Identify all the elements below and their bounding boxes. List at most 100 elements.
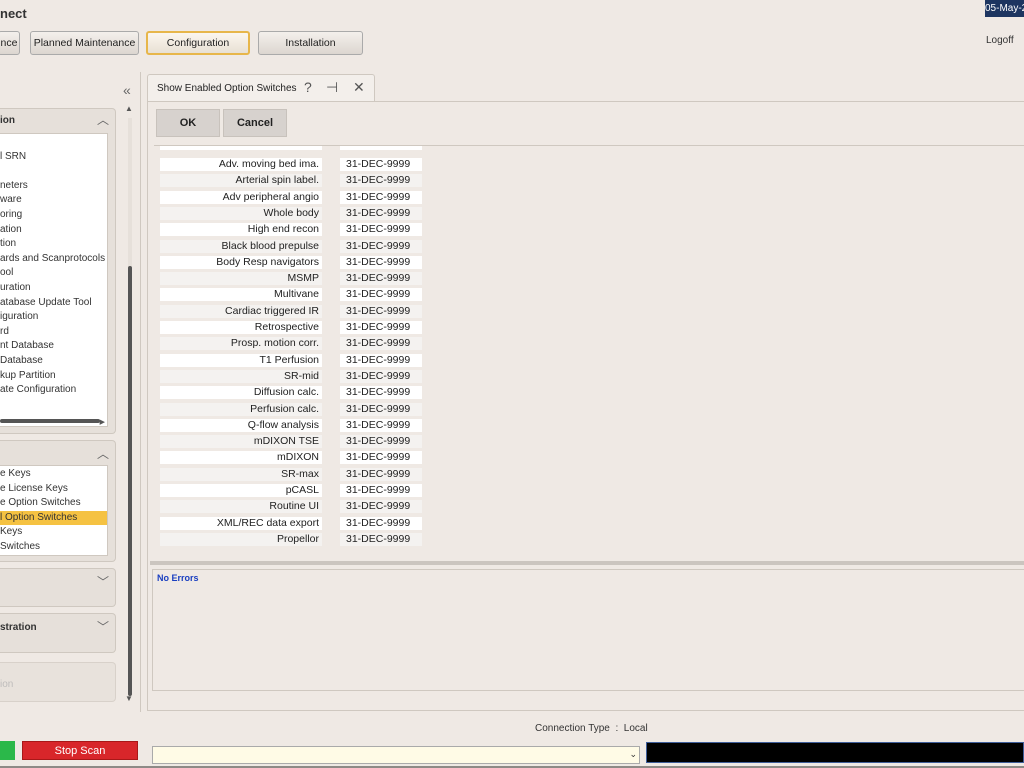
option-name-cell: Q-flow analysis xyxy=(160,418,322,432)
list-item[interactable] xyxy=(0,164,107,179)
option-name-cell: mDIXON TSE xyxy=(160,435,322,449)
list-item[interactable]: Keys xyxy=(0,525,107,540)
expiry-date-cell: 31-DEC-9999 xyxy=(340,321,422,334)
tab-configuration[interactable]: Configuration xyxy=(146,31,250,55)
option-name-cell: Body Resp navigators xyxy=(160,255,322,269)
tab-installation[interactable]: Installation xyxy=(258,31,363,55)
option-name-cell: Black blood prepulse xyxy=(160,239,322,253)
list-item[interactable]: ware xyxy=(0,193,107,208)
app-title: nect xyxy=(0,6,27,21)
help-icon[interactable]: ? xyxy=(304,79,312,95)
command-dropdown[interactable]: ⌄ xyxy=(152,746,640,764)
tab-show-enabled-option-switches[interactable]: Show Enabled Option Switches ? ⊣ ✕ xyxy=(147,74,375,102)
list-item[interactable]: rd xyxy=(0,325,107,340)
ok-button[interactable]: OK xyxy=(156,109,220,137)
panel-splitter[interactable] xyxy=(150,561,1024,565)
option-name-cell: Cardiac triggered IR xyxy=(160,304,322,318)
list-item[interactable]: ate Configuration xyxy=(0,383,107,398)
chevron-down-icon[interactable]: ﹀ xyxy=(97,618,109,635)
list-item[interactable]: oring xyxy=(0,208,107,223)
option-name-cell: Prosp. motion corr. xyxy=(160,337,322,351)
expiry-date-cell: 31-DEC-9999 xyxy=(340,174,422,188)
scroll-up-icon[interactable]: ▲ xyxy=(125,104,133,113)
stop-scan-button[interactable]: Stop Scan xyxy=(22,741,138,760)
option-name-cell xyxy=(160,146,322,150)
pin-icon[interactable]: ⊣ xyxy=(326,79,338,96)
option-name-cell: Whole body xyxy=(160,206,322,220)
list-item[interactable]: Database xyxy=(0,354,107,369)
scroll-right-icon[interactable]: ▶ xyxy=(100,418,105,426)
list-item[interactable]: ation xyxy=(0,223,107,238)
list-item[interactable]: iguration xyxy=(0,310,107,325)
expiry-date-cell xyxy=(340,146,422,150)
chevron-up-icon[interactable]: ︿ xyxy=(97,111,109,128)
expiry-date-cell: 31-DEC-9999 xyxy=(340,304,422,318)
list-item[interactable]: l Option Switches xyxy=(0,510,107,526)
connection-label: Connection Type xyxy=(535,723,610,734)
option-switches-table: Adv. moving bed ima. 31-DEC-9999 Arterial … xyxy=(154,145,1024,547)
list-item[interactable]: nt Database xyxy=(0,339,107,354)
tab-label: Show Enabled Option Switches xyxy=(157,83,297,94)
option-name-cell: Diffusion calc. xyxy=(160,386,322,400)
option-name-cell: T1 Perfusion xyxy=(160,353,322,367)
list-item[interactable]: ards and Scanprotocols xyxy=(0,252,107,267)
chevron-up-icon[interactable]: ︿ xyxy=(97,445,109,462)
option-name-cell: High end recon xyxy=(160,223,322,237)
list-item[interactable] xyxy=(0,135,107,150)
chevron-down-icon[interactable]: ﹀ xyxy=(97,573,109,590)
list-item[interactable]: e Option Switches xyxy=(0,496,107,511)
expiry-date-cell: 31-DEC-9999 xyxy=(340,369,422,383)
section-title: ion xyxy=(0,679,14,690)
chevron-down-icon[interactable]: ⌄ xyxy=(629,749,637,760)
tab-planned-maintenance[interactable]: Planned Maintenance xyxy=(30,31,139,55)
start-scan-button[interactable] xyxy=(0,741,15,760)
section-collapsed-3[interactable]: ﹀ xyxy=(0,568,116,607)
section-disabled: ion xyxy=(0,662,116,702)
option-name-cell: Multivane xyxy=(160,288,322,302)
expiry-date-cell: 31-DEC-9999 xyxy=(340,206,422,220)
scroll-down-icon[interactable]: ▼ xyxy=(125,694,133,703)
option-name-cell: SR-mid xyxy=(160,369,322,383)
list-item[interactable]: uration xyxy=(0,281,107,296)
message-bar xyxy=(646,742,1024,763)
expiry-date-cell: 31-DEC-9999 xyxy=(340,500,422,514)
left-vertical-scrollbar[interactable]: ▲ ▼ xyxy=(125,104,135,704)
logoff-link[interactable]: Logoff xyxy=(986,35,1014,46)
list-item[interactable]: Switches xyxy=(0,540,107,555)
connection-value: Local xyxy=(623,723,648,734)
section-title: stration xyxy=(0,622,37,633)
option-name-cell: Adv. moving bed ima. xyxy=(160,158,322,171)
cancel-button[interactable]: Cancel xyxy=(223,109,287,137)
expiry-date-cell: 31-DEC-9999 xyxy=(340,402,422,416)
list-item[interactable]: atabase Update Tool xyxy=(0,296,107,311)
expiry-date-cell: 31-DEC-9999 xyxy=(340,223,422,237)
list-item[interactable]: e Keys xyxy=(0,467,107,482)
option-name-cell: mDIXON xyxy=(160,451,322,465)
status-panel: No Errors xyxy=(152,569,1024,691)
expiry-date-cell: 31-DEC-9999 xyxy=(340,353,422,367)
status-message: No Errors xyxy=(157,573,199,583)
section-configuration: ion ︿ l SRN neters ware oring ation tion ards … xyxy=(0,108,116,434)
horizontal-scrollbar[interactable] xyxy=(0,419,100,423)
option-name-cell: Arterial spin label. xyxy=(160,174,322,188)
expiry-date-cell: 31-DEC-9999 xyxy=(340,190,422,204)
list-item[interactable]: neters xyxy=(0,179,107,194)
option-name-cell: SR-max xyxy=(160,467,322,481)
list-item[interactable]: e License Keys xyxy=(0,482,107,497)
option-name-cell: Perfusion calc. xyxy=(160,402,322,416)
date-display: 05-May-2 xyxy=(985,0,1024,17)
list-item[interactable]: tion xyxy=(0,237,107,252)
list-item[interactable]: l SRN xyxy=(0,150,107,165)
expiry-date-cell: 31-DEC-9999 xyxy=(340,484,422,497)
expiry-date-cell: 31-DEC-9999 xyxy=(340,418,422,432)
collapse-panel-icon[interactable]: « xyxy=(123,82,131,98)
section-administration[interactable]: stration ﹀ xyxy=(0,613,116,653)
list-item[interactable]: ool xyxy=(0,266,107,281)
scroll-thumb[interactable] xyxy=(128,266,132,696)
section-title: ion xyxy=(0,115,15,126)
close-icon[interactable]: ✕ xyxy=(353,79,365,96)
tab-performance[interactable]: nce xyxy=(0,31,20,55)
option-name-cell: MSMP xyxy=(160,272,322,286)
list-item[interactable]: kup Partition xyxy=(0,369,107,384)
expiry-date-cell: 31-DEC-9999 xyxy=(340,239,422,253)
